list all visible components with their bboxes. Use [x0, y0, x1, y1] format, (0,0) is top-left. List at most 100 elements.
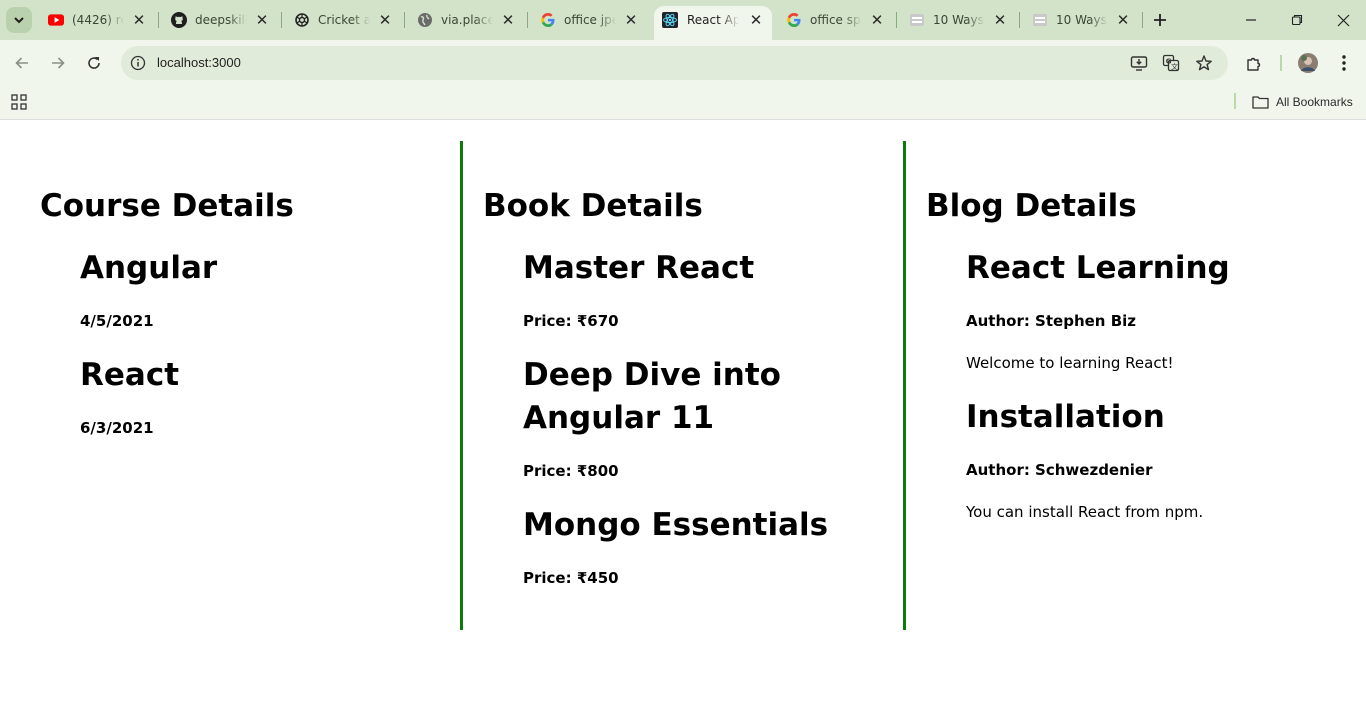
close-icon[interactable]: ✕ — [748, 12, 764, 28]
document-icon — [1032, 12, 1048, 28]
blog-details-section: Blog Details React Learning Author: Step… — [903, 141, 1343, 630]
book-price: Price: ₹670 — [523, 312, 619, 330]
react-icon — [662, 12, 678, 28]
address-bar[interactable]: localhost:3000 G文 — [121, 46, 1228, 80]
blog-title: Installation — [966, 399, 1165, 435]
youtube-icon — [48, 12, 64, 28]
restore-button[interactable] — [1287, 10, 1307, 30]
book-details-heading: Book Details — [483, 188, 703, 224]
tab-title: deepskilling — [195, 13, 247, 27]
book-name: Master React — [523, 250, 755, 286]
close-icon[interactable]: ✕ — [254, 12, 270, 28]
profile-avatar[interactable] — [1297, 52, 1319, 74]
arrow-right-icon — [52, 57, 65, 69]
github-icon — [171, 12, 187, 28]
book-price: Price: ₹450 — [523, 569, 619, 587]
tab-title: (4426) react — [72, 13, 124, 27]
tab-search-button[interactable] — [6, 7, 32, 33]
blog-item: Installation Author: Schwezdenier You ca… — [966, 396, 1343, 521]
tab-github[interactable]: deepskilling ✕ — [159, 0, 282, 40]
close-icon[interactable]: ✕ — [992, 12, 1008, 28]
course-date: 6/3/2021 — [80, 419, 154, 437]
tab-title: 10 Ways a — [1056, 13, 1108, 27]
close-icon[interactable]: ✕ — [869, 12, 885, 28]
tab-placeholder[interactable]: via.placeholder ✕ — [405, 0, 528, 40]
avatar — [1298, 53, 1318, 73]
minimize-icon — [1246, 19, 1256, 21]
openai-icon — [294, 12, 310, 28]
tab-youtube[interactable]: (4426) react ✕ — [36, 0, 159, 40]
page-content: Course Details Angular 4/5/2021 React 6/… — [0, 121, 1366, 720]
book-item: Deep Dive into Angular 11 Price: ₹800 — [523, 354, 904, 480]
close-icon[interactable]: ✕ — [1115, 12, 1131, 28]
tab-title: React App — [687, 13, 739, 27]
close-window-button[interactable] — [1333, 10, 1353, 30]
tab-title: via.placeholder — [441, 13, 493, 27]
course-name: React — [80, 357, 180, 393]
close-icon — [1337, 14, 1349, 26]
tab-title: 10 Ways a — [933, 13, 985, 27]
course-details-heading: Course Details — [40, 188, 294, 224]
tab-10-ways-1[interactable]: 10 Ways a ✕ — [897, 0, 1020, 40]
tab-title: Cricket app — [318, 13, 370, 27]
reload-icon — [88, 57, 100, 69]
svg-text:文: 文 — [1171, 62, 1178, 71]
puzzle-icon — [1247, 57, 1261, 71]
tab-chatgpt[interactable]: Cricket app ✕ — [282, 0, 405, 40]
course-date: 4/5/2021 — [80, 312, 154, 330]
forward-button[interactable] — [47, 52, 69, 74]
folder-icon — [1252, 96, 1269, 109]
tab-strip: (4426) react ✕ deepskilling ✕ Cricket ap… — [0, 0, 1366, 40]
google-icon — [540, 12, 556, 28]
new-tab-button[interactable] — [1150, 10, 1170, 30]
document-icon — [909, 12, 925, 28]
translate-icon[interactable]: G文 — [1162, 54, 1180, 72]
browser-menu-button[interactable] — [1333, 52, 1355, 74]
plus-icon — [1154, 14, 1166, 26]
kebab-menu-icon — [1342, 55, 1346, 71]
reload-button[interactable] — [83, 52, 105, 74]
course-item: React 6/3/2021 — [80, 354, 460, 437]
close-icon[interactable]: ✕ — [131, 12, 147, 28]
google-icon — [786, 12, 802, 28]
course-details-section: Course Details Angular 4/5/2021 React 6/… — [40, 141, 460, 630]
tab-google-office-space[interactable]: office space ✕ — [774, 0, 897, 40]
course-item: Angular 4/5/2021 — [80, 247, 460, 330]
close-icon[interactable]: ✕ — [377, 12, 393, 28]
close-icon[interactable]: ✕ — [623, 12, 639, 28]
blog-body: Welcome to learning React! — [966, 354, 1174, 372]
globe-icon — [417, 12, 433, 28]
minimize-button[interactable] — [1241, 10, 1261, 30]
course-name: Angular — [80, 250, 218, 286]
blog-author: Author: Stephen Biz — [966, 312, 1137, 330]
all-bookmarks-label: All Bookmarks — [1276, 95, 1353, 109]
restore-icon — [1291, 14, 1303, 26]
tab-10-ways-2[interactable]: 10 Ways a ✕ — [1020, 0, 1143, 40]
book-name: Deep Dive into Angular 11 — [523, 357, 781, 436]
url-text[interactable]: localhost:3000 — [157, 55, 241, 70]
tab-title: office space — [810, 13, 862, 27]
blog-title: React Learning — [966, 250, 1230, 286]
all-bookmarks-button[interactable]: All Bookmarks — [1252, 92, 1353, 112]
bookmarks-bar: All Bookmarks — [0, 86, 1366, 120]
browser-toolbar: localhost:3000 G文 — [0, 40, 1366, 86]
book-item: Mongo Essentials Price: ₹450 — [523, 504, 904, 587]
blog-body: You can install React from npm. — [966, 503, 1204, 521]
tab-title: office jpeg — [564, 13, 616, 27]
install-app-icon[interactable] — [1130, 54, 1148, 72]
blog-item: React Learning Author: Stephen Biz Welco… — [966, 247, 1343, 372]
blog-details-heading: Blog Details — [926, 188, 1137, 224]
blog-author: Author: Schwezdenier — [966, 461, 1153, 479]
site-info-icon[interactable] — [129, 54, 147, 72]
back-button[interactable] — [11, 52, 33, 74]
arrow-left-icon — [15, 57, 28, 69]
extensions-button[interactable] — [1243, 52, 1265, 74]
book-price: Price: ₹800 — [523, 462, 619, 480]
tab-google-office-jpeg[interactable]: office jpeg ✕ — [528, 0, 651, 40]
tab-react-app[interactable]: React App ✕ — [654, 6, 772, 40]
book-name: Mongo Essentials — [523, 507, 829, 543]
close-icon[interactable]: ✕ — [500, 12, 516, 28]
star-icon[interactable] — [1195, 54, 1213, 72]
book-details-section: Book Details Master React Price: ₹670 De… — [460, 141, 904, 630]
apps-grid-icon[interactable] — [11, 94, 29, 112]
